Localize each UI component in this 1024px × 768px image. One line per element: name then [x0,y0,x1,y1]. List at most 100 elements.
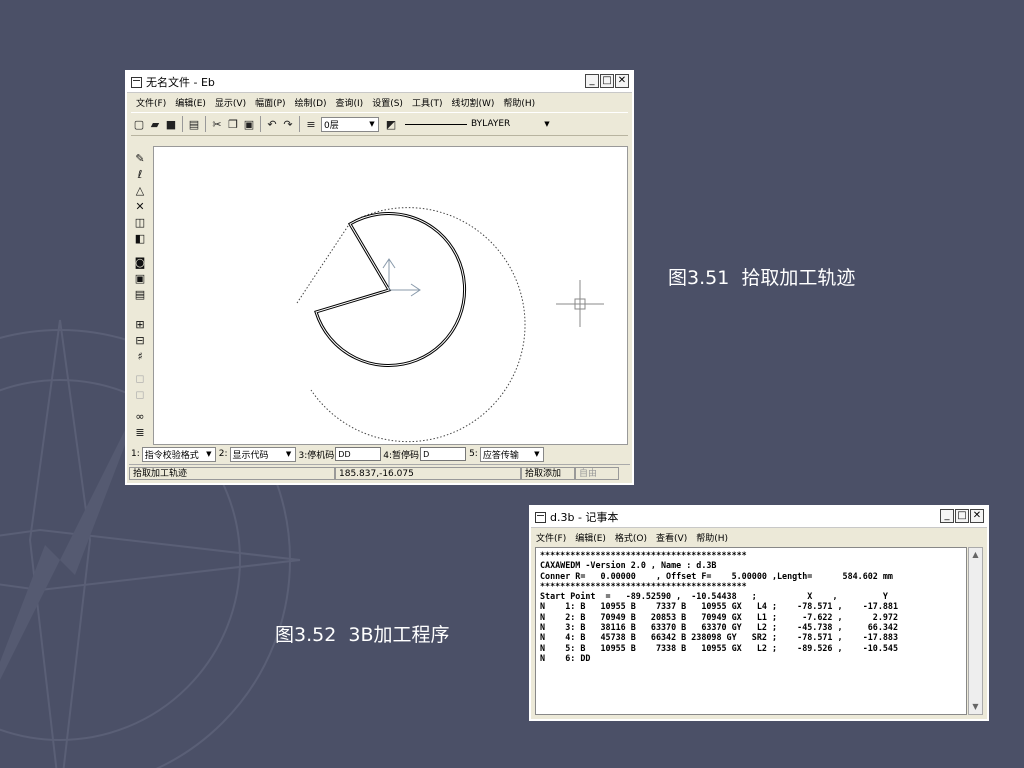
maximize-button[interactable]: □ [955,509,969,523]
trim-icon[interactable]: ✕ [133,200,147,214]
cad-window: 无名文件 - Eb _ □ ✕ 文件(F) 编辑(E) 显示(V) 幅面(P) … [125,70,634,485]
linetype-select-value: BYLAYER [471,119,511,129]
option5-label: 5: [469,449,478,459]
toolbar-separator [299,116,300,132]
cad-titlebar[interactable]: 无名文件 - Eb _ □ ✕ [127,72,632,93]
layer-select[interactable]: 0层 ▼ [321,116,379,132]
copy-icon[interactable]: ❐ [225,116,241,132]
program-line: N 5: B 10955 B 7338 B 10955 GX L2 ; -89.… [540,642,898,653]
disabled-icon[interactable]: ◻ [133,388,147,402]
figure-caption-352: 图3.52 3B加工程序 [275,624,450,646]
paste-icon[interactable]: ▣ [241,116,257,132]
verify-format-value: 指令校验格式 [144,450,199,461]
print-icon[interactable]: ▤ [186,116,202,132]
layer-icon[interactable]: ≡ [303,116,319,132]
pen-icon[interactable]: ✎ [133,152,147,166]
program-line: Start Point = -89.52590 , -10.54438 ; X … [540,591,888,602]
linetype-select[interactable]: BYLAYER ▼ [401,117,553,132]
toolbar-separator [205,116,206,132]
menu-file[interactable]: 文件(F) [136,96,166,109]
undo-icon[interactable]: ↶ [264,116,280,132]
stop-code-label: 3:停机码 [298,450,335,461]
stop-code-input[interactable]: DD [335,447,382,461]
box-icon[interactable]: ◫ [133,216,147,230]
block-icon[interactable]: ◧ [133,232,147,246]
chevron-down-icon: ▼ [369,120,375,128]
program-line: Conner R= 0.00000 , Offset F= 5.00000 ,L… [540,570,893,581]
notepad-icon[interactable] [535,511,546,523]
cad-toolbar: ▢ ▰ ■ ▤ ✂ ❐ ▣ ↶ ↷ ≡ 0层 ▼ ◩ BYLAYER ▼ [131,112,628,136]
curve-icon[interactable]: ℓ [133,168,147,182]
status-prompt: 拾取加工轨迹 [129,467,335,480]
process-icon[interactable]: ♯ [133,350,147,364]
free-toggle[interactable]: 自由 [575,467,619,480]
menu-view[interactable]: 查看(V) [656,531,687,544]
show-code-select[interactable]: 显示代码 ▼ [229,446,296,462]
show-code-value: 显示代码 [232,450,269,461]
triangle-icon[interactable]: △ [133,184,147,198]
scroll-down-icon[interactable]: ▼ [969,700,982,714]
axis-arrow-x [389,283,421,297]
close-button[interactable]: ✕ [615,74,629,88]
menu-file[interactable]: 文件(F) [536,531,566,544]
new-file-icon[interactable]: ▢ [131,116,147,132]
program-line: N 6: DD [540,652,591,663]
chevron-down-icon: ▼ [206,450,212,458]
figure-caption-351: 图3.51 拾取加工轨迹 [668,267,856,289]
minimize-button[interactable]: _ [940,509,954,523]
reply-transfer-select[interactable]: 应答传输 ▼ [479,446,544,462]
menu-edit[interactable]: 编辑(E) [175,96,206,109]
chevron-down-icon: ▼ [285,450,292,458]
menu-help[interactable]: 帮助(H) [503,96,535,109]
menu-draw[interactable]: 绘制(D) [295,96,327,109]
pause-code-input[interactable]: D [420,447,467,461]
disabled-icon[interactable]: ◻ [133,372,147,386]
program-line: ****************************************… [540,580,747,591]
cut-icon[interactable]: ✂ [209,116,225,132]
printer-icon[interactable]: ▤ [133,288,147,302]
toolbar-separator [260,116,261,132]
chevron-down-icon: ▼ [534,450,540,458]
minimize-button[interactable]: _ [585,74,599,88]
notepad-text-area[interactable]: ****************************************… [535,547,967,715]
menu-view[interactable]: 显示(V) [215,96,246,109]
menu-wire-cut[interactable]: 线切割(W) [451,96,494,109]
status-bar: 拾取加工轨迹 185.837,-16.075 拾取添加 自由 [129,464,630,482]
option2-label: 2: [218,449,228,459]
open-folder-icon[interactable]: ▰ [147,116,163,132]
option-row: 1: 指令校验格式 ▼ 2: 显示代码 ▼ 3:停机码 DD 4:暂停码 D 5… [129,445,630,463]
cad-window-title: 无名文件 - Eb [146,76,215,89]
option1-label: 1: [131,449,140,459]
notepad-window-title: d.3b - 记事本 [550,511,619,524]
view-code-icon[interactable]: ≣ [133,426,147,440]
scroll-up-icon[interactable]: ▲ [969,548,982,562]
menu-page[interactable]: 幅面(P) [255,96,285,109]
menu-format[interactable]: 格式(O) [615,531,647,544]
menu-edit[interactable]: 编辑(E) [575,531,606,544]
menu-tools[interactable]: 工具(T) [412,96,443,109]
notepad-titlebar[interactable]: d.3b - 记事本 _ □ ✕ [531,507,987,528]
pause-code-label: 4:暂停码 [383,450,420,461]
program-line: N 2: B 70949 B 20853 B 70949 GX L1 ; -7.… [540,611,898,622]
drawing-canvas[interactable] [153,146,628,445]
close-button[interactable]: ✕ [970,509,984,523]
redo-icon[interactable]: ↷ [280,116,296,132]
menu-help[interactable]: 帮助(H) [696,531,728,544]
color-icon[interactable]: ◩ [383,116,399,132]
app-icon[interactable] [131,76,142,88]
drawing-svg [296,207,604,443]
verify-format-select[interactable]: 指令校验格式 ▼ [141,446,216,462]
grid-g-icon[interactable]: ⊟ [133,334,147,348]
program-text: ****************************************… [536,548,966,665]
camera-icon[interactable]: ◙ [133,256,147,270]
disk-icon[interactable]: ▣ [133,272,147,286]
save-icon[interactable]: ■ [163,116,179,132]
grid-3b-icon[interactable]: ⊞ [133,318,147,332]
maximize-button[interactable]: □ [600,74,614,88]
chevron-down-icon: ▼ [544,120,550,128]
layer-select-value: 0层 [324,120,339,131]
menu-query[interactable]: 查询(I) [336,96,364,109]
menu-settings[interactable]: 设置(S) [372,96,403,109]
glasses-icon[interactable]: ∞ [133,410,147,424]
vertical-scrollbar[interactable]: ▲ ▼ [968,547,983,715]
